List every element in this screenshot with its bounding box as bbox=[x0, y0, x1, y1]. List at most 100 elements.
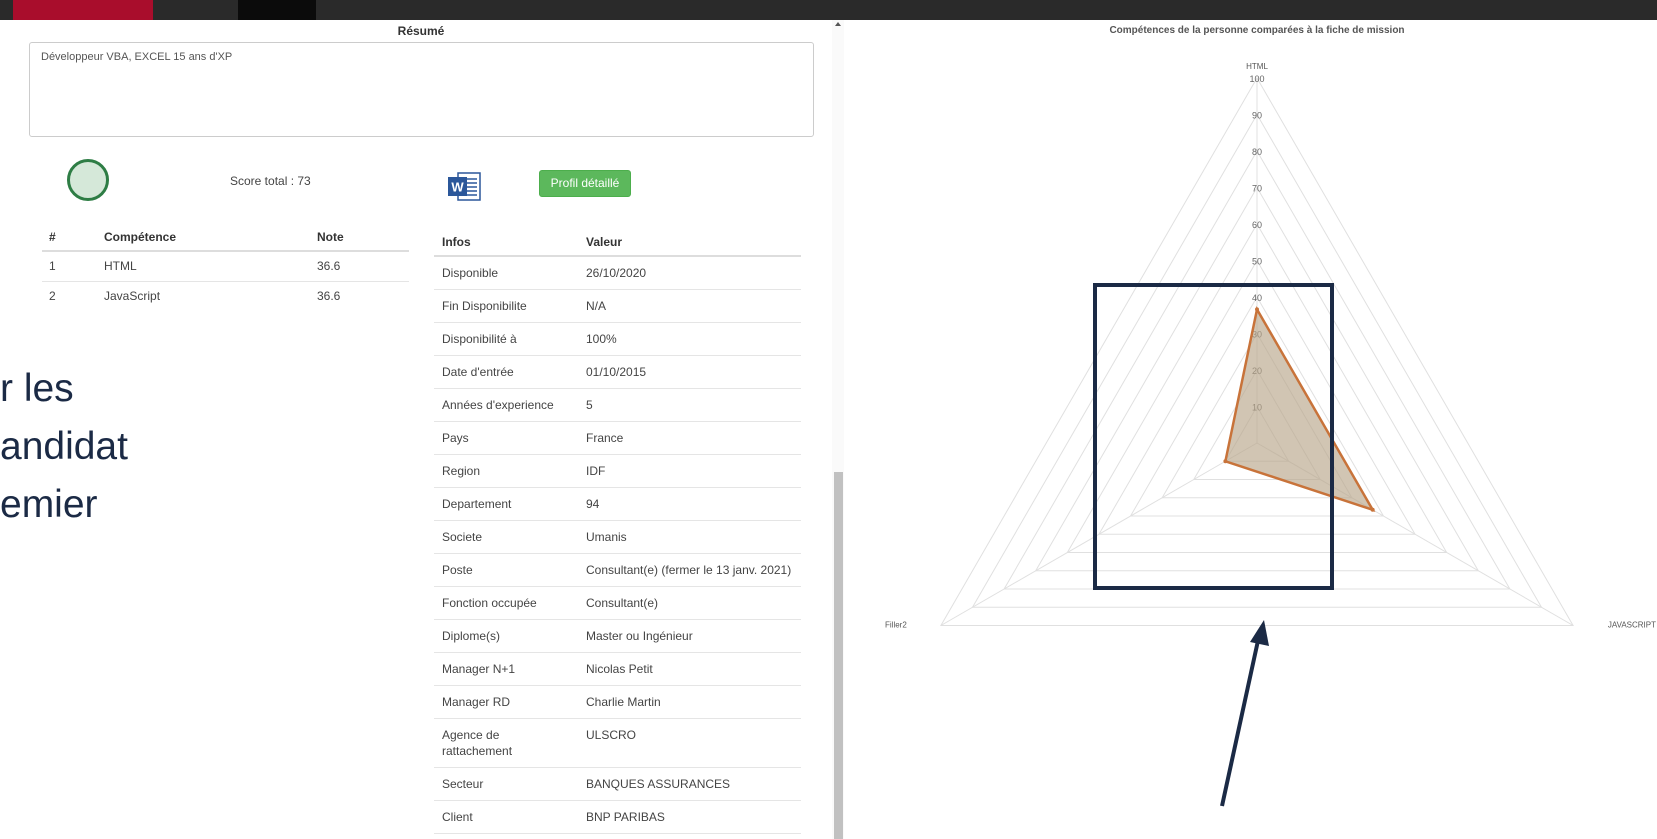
info-key: Mission bbox=[434, 833, 578, 839]
info-key: Pays bbox=[434, 421, 578, 455]
col-valeur: Valeur bbox=[578, 228, 801, 257]
chart-title: Compétences de la personne comparées à l… bbox=[1109, 25, 1404, 36]
info-key: Années d'experience bbox=[434, 388, 578, 422]
col-note: Note bbox=[310, 223, 409, 252]
tick-label: 80 bbox=[1252, 147, 1262, 157]
table-row: Agence de rattachement ULSCRO bbox=[434, 718, 801, 768]
data-point bbox=[1255, 307, 1259, 312]
table-row: Manager RD Charlie Martin bbox=[434, 685, 801, 719]
overlay-line: r les bbox=[0, 367, 74, 410]
tick-label: 100 bbox=[1249, 74, 1264, 84]
row-number: 2 bbox=[49, 289, 56, 304]
info-key: Date d'entrée bbox=[434, 355, 578, 389]
info-value: 100% bbox=[578, 322, 801, 356]
info-key: Agence de rattachement bbox=[434, 718, 578, 768]
table-row: MissionH003629 bbox=[434, 833, 801, 839]
scrollbar-thumb[interactable] bbox=[834, 472, 843, 839]
info-key: Client bbox=[434, 800, 578, 834]
annotation-arrow-head bbox=[1250, 620, 1269, 646]
info-key: Fin Disponibilite bbox=[434, 289, 578, 323]
top-bar-segment bbox=[238, 0, 316, 20]
table-row: 1 HTML 36.6 bbox=[42, 251, 409, 282]
info-key: Societe bbox=[434, 520, 578, 554]
table-row: Diplome(s) Master ou Ingénieur bbox=[434, 619, 801, 653]
info-value: H003629 bbox=[578, 833, 801, 839]
infos-body: Disponible 26/10/2020 Fin Disponibilite N/A… bbox=[434, 255, 801, 839]
info-key: Disponible bbox=[434, 255, 578, 290]
svg-text:W: W bbox=[451, 180, 464, 195]
info-value: 5 bbox=[578, 388, 801, 422]
table-row: Fonction occupée Consultant(e) bbox=[434, 586, 801, 620]
col-competence: Compétence bbox=[97, 223, 310, 252]
profile-detail-button[interactable]: Profil détaillé bbox=[539, 170, 631, 197]
data-point bbox=[1223, 459, 1228, 464]
table-row: Societe Umanis bbox=[434, 520, 801, 554]
radar-chart-panel: Compétences de la personne comparées à l… bbox=[845, 20, 1657, 839]
tick-label: 60 bbox=[1252, 220, 1262, 230]
table-row: Departement 94 bbox=[434, 487, 801, 521]
left-panel: Résumé Développeur VBA, EXCEL 15 ans d'X… bbox=[0, 20, 832, 839]
info-value: Consultant(e) bbox=[578, 586, 801, 620]
row-competence: JavaScript bbox=[104, 289, 161, 304]
info-key: Secteur bbox=[434, 767, 578, 801]
annotation-arrow bbox=[1220, 635, 1261, 807]
axis-label: Filler2 bbox=[885, 621, 907, 630]
competences-table: # Compétence Note 1 HTML 36.6 2 JavaScri… bbox=[42, 223, 409, 311]
info-key: Fonction occupée bbox=[434, 586, 578, 620]
col-infos: Infos bbox=[434, 228, 578, 257]
table-row: Disponible 26/10/2020 bbox=[434, 255, 801, 290]
info-value: Umanis bbox=[578, 520, 801, 554]
table-row: Pays France bbox=[434, 421, 801, 455]
overlay-line: emier bbox=[0, 483, 98, 526]
info-value: N/A bbox=[578, 289, 801, 323]
table-row: Fin Disponibilite N/A bbox=[434, 289, 801, 323]
info-value: BANQUES ASSURANCES bbox=[578, 767, 801, 801]
info-key: Departement bbox=[434, 487, 578, 521]
info-value: BNP PARIBAS bbox=[578, 800, 801, 834]
resume-textarea[interactable]: Développeur VBA, EXCEL 15 ans d'XP bbox=[29, 42, 814, 137]
info-value: Nicolas Petit bbox=[578, 652, 801, 686]
info-value: 26/10/2020 bbox=[578, 255, 801, 290]
table-row: Poste Consultant(e) (fermer le 13 janv. 2… bbox=[434, 553, 801, 587]
tick-label: 50 bbox=[1252, 257, 1262, 267]
table-row: Region IDF bbox=[434, 454, 801, 488]
info-value: 94 bbox=[578, 487, 801, 521]
competences-header-row: # Compétence Note bbox=[42, 223, 409, 252]
table-row: 2 JavaScript 36.6 bbox=[42, 281, 409, 311]
row-competence: HTML bbox=[97, 251, 310, 282]
table-row: Manager N+1 Nicolas Petit bbox=[434, 652, 801, 686]
row-note: 36.6 bbox=[317, 289, 341, 304]
resume-title: Résumé bbox=[397, 24, 445, 38]
overlay-caption: r les andidat emier bbox=[0, 360, 128, 534]
info-key: Diplome(s) bbox=[434, 619, 578, 653]
info-value: ULSCRO bbox=[578, 718, 801, 768]
axis-label: JAVASCRIPT bbox=[1608, 621, 1656, 630]
tick-label: 90 bbox=[1252, 111, 1262, 121]
score-indicator bbox=[67, 159, 109, 201]
row-note: 36.6 bbox=[310, 251, 409, 282]
info-key: Disponibilité à bbox=[434, 322, 578, 356]
info-value: Consultant(e) (fermer le 13 janv. 2021) bbox=[578, 553, 801, 587]
table-row: Secteur BANQUES ASSURANCES bbox=[434, 767, 801, 801]
row-number: 1 bbox=[42, 251, 97, 282]
table-row: Client BNP PARIBAS bbox=[434, 800, 801, 834]
col-number: # bbox=[42, 223, 97, 252]
info-value: 01/10/2015 bbox=[578, 355, 801, 389]
infos-header-row: Infos Valeur bbox=[434, 228, 801, 257]
tick-label: 70 bbox=[1252, 184, 1262, 194]
table-row: Années d'experience 5 bbox=[434, 388, 801, 422]
top-bar bbox=[0, 0, 1657, 20]
info-value: France bbox=[578, 421, 801, 455]
table-row: Date d'entrée 01/10/2015 bbox=[434, 355, 801, 389]
overlay-line: andidat bbox=[0, 425, 128, 468]
info-key: Poste bbox=[434, 553, 578, 587]
table-row: Disponibilité à 100% bbox=[434, 322, 801, 356]
scroll-up-arrow-icon[interactable] bbox=[835, 22, 841, 26]
info-value: Charlie Martin bbox=[578, 685, 801, 719]
axis-label: HTML bbox=[1246, 62, 1268, 71]
info-value: IDF bbox=[578, 454, 801, 488]
tick-label: 40 bbox=[1252, 293, 1262, 303]
infos-table: Infos Valeur Disponible 26/10/2020 Fin Dis… bbox=[434, 228, 801, 839]
word-icon[interactable]: W bbox=[447, 170, 483, 202]
data-point bbox=[1370, 507, 1375, 512]
